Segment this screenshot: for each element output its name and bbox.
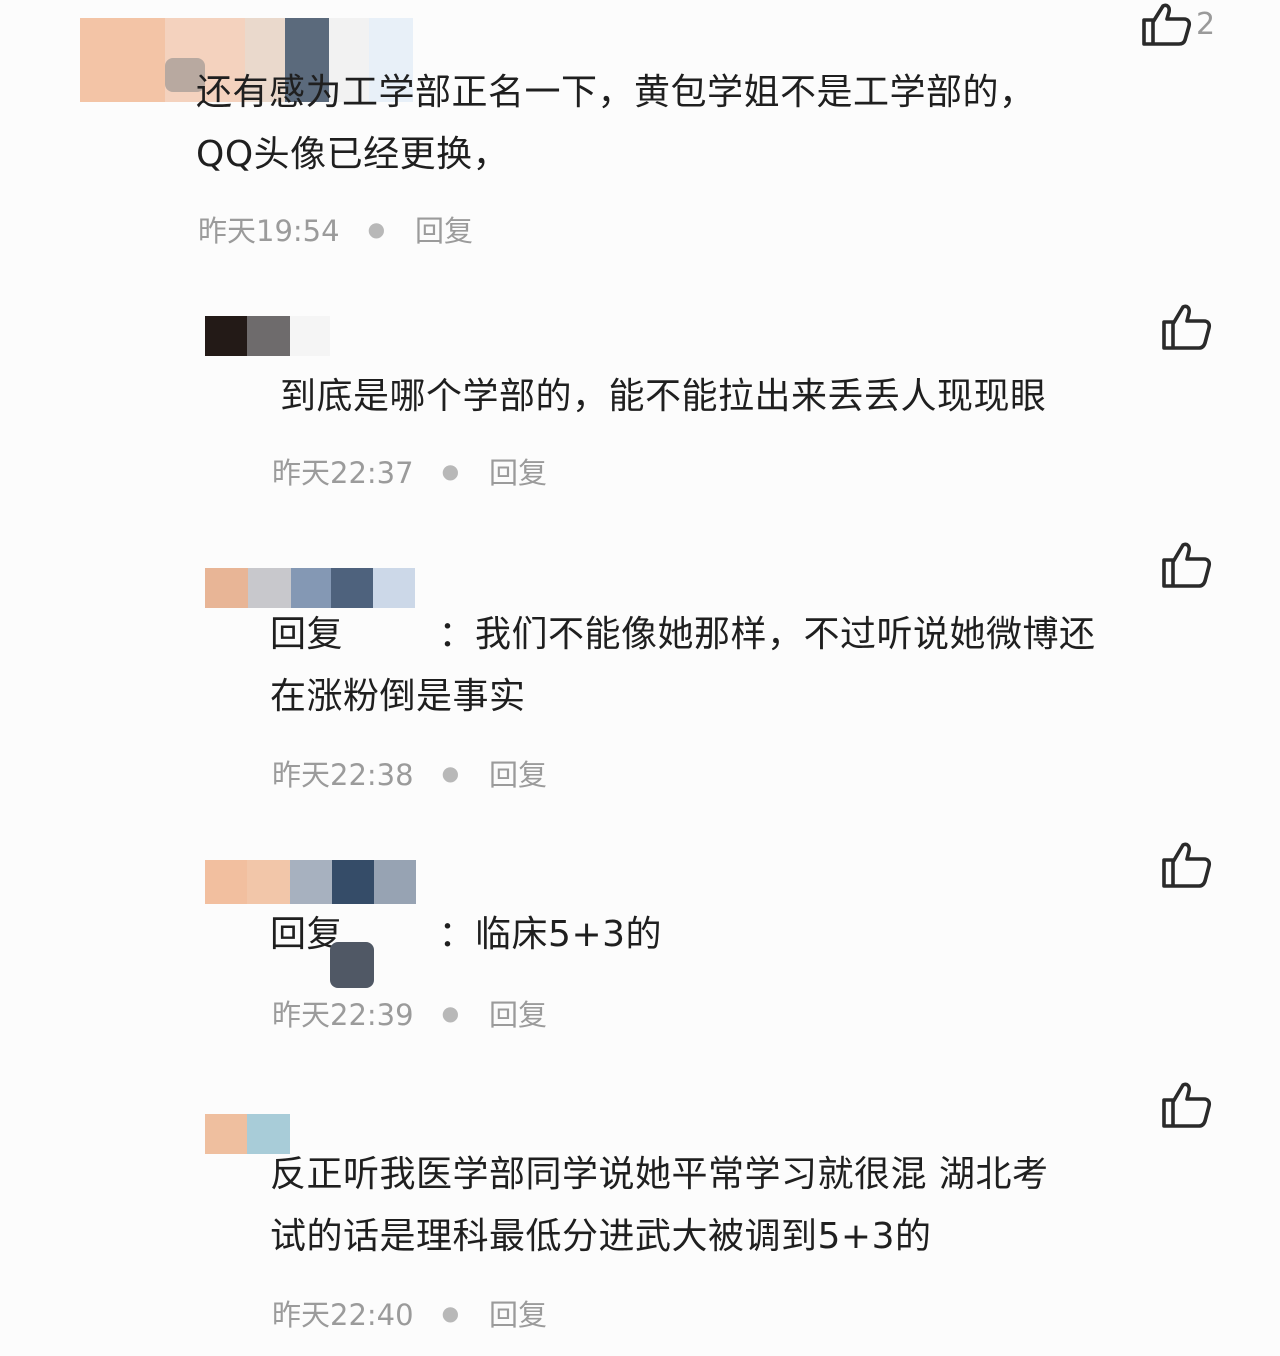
- separator: ●: [441, 1001, 460, 1025]
- like-button[interactable]: 2: [1140, 2, 1215, 46]
- comment-meta: 昨天22:39 ● 回复: [272, 992, 547, 1034]
- comment-text: 回复 ：我们不能像她那样，不过听说她微博还 在涨粉倒是事实: [270, 614, 1096, 717]
- comment-meta: 昨天22:37 ● 回复: [272, 450, 547, 492]
- reply-button[interactable]: 回复: [489, 450, 547, 492]
- timestamp: 昨天22:38: [272, 758, 414, 792]
- thumbs-up-icon: [1160, 840, 1212, 888]
- separator: ●: [367, 217, 386, 241]
- reply-button[interactable]: 回复: [415, 208, 473, 250]
- like-button[interactable]: [1160, 840, 1212, 888]
- timestamp: 昨天22:37: [272, 456, 414, 490]
- like-button[interactable]: [1160, 540, 1212, 588]
- username-redacted[interactable]: [205, 316, 330, 356]
- timestamp: 昨天22:40: [272, 1298, 414, 1332]
- comment-meta: 昨天22:38 ● 回复: [272, 752, 547, 794]
- comment-item: 到底是哪个学部的，能不能拉出来丢丢人现现眼 昨天22:37 ● 回复: [0, 290, 1280, 520]
- comment-item: 回复 ：临床5+3的 昨天22:39 ● 回复: [0, 830, 1280, 1060]
- reply-button[interactable]: 回复: [489, 752, 547, 794]
- separator: ●: [441, 761, 460, 785]
- comment-text: 回复 ：临床5+3的: [270, 914, 663, 955]
- reply-button[interactable]: 回复: [489, 992, 547, 1034]
- comment-meta: 昨天19:54 ● 回复: [198, 208, 473, 250]
- comment-text: 还有感为工学部正名一下，黄包学姐不是工学部的， QQ头像已经更换，: [196, 72, 1036, 175]
- thumbs-up-icon: [1160, 540, 1212, 588]
- reply-button[interactable]: 回复: [489, 1292, 547, 1334]
- username-redacted[interactable]: [205, 860, 416, 904]
- thumbs-up-icon: [1140, 2, 1192, 46]
- comment-item: 反正听我医学部同学说她平常学习就很混 湖北考 试的话是理科最低分进武大被调到5+…: [0, 1070, 1280, 1356]
- redaction-smudge: [330, 942, 374, 988]
- comment-meta: 昨天22:40 ● 回复: [272, 1292, 547, 1334]
- comment-text: 反正听我医学部同学说她平常学习就很混 湖北考 试的话是理科最低分进武大被调到5+…: [270, 1154, 1049, 1257]
- like-count: 2: [1196, 6, 1216, 42]
- comment-text: 到底是哪个学部的，能不能拉出来丢丢人现现眼: [280, 376, 1047, 417]
- separator: ●: [441, 1301, 460, 1325]
- username-redacted[interactable]: [205, 568, 415, 608]
- comment-item: 回复 ：我们不能像她那样，不过听说她微博还 在涨粉倒是事实 昨天22:38 ● …: [0, 530, 1280, 810]
- like-button[interactable]: [1160, 1080, 1212, 1128]
- thumbs-up-icon: [1160, 1080, 1212, 1128]
- comment-item: 还有感为工学部正名一下，黄包学姐不是工学部的， QQ头像已经更换， 昨天19:5…: [0, 0, 1280, 260]
- thumbs-up-icon: [1160, 302, 1212, 350]
- timestamp: 昨天19:54: [198, 214, 340, 248]
- like-button[interactable]: [1160, 302, 1212, 350]
- separator: ●: [441, 459, 460, 483]
- timestamp: 昨天22:39: [272, 998, 414, 1032]
